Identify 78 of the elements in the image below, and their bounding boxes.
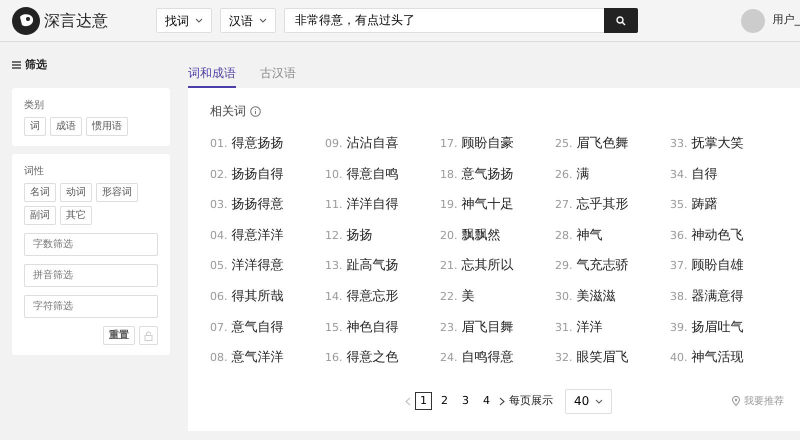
word-item[interactable]: 18. 意气扬扬 bbox=[440, 164, 555, 196]
filter-tag[interactable]: 副词 bbox=[24, 206, 56, 225]
word-item[interactable]: 08. 意气洋洋 bbox=[210, 348, 325, 379]
brand-name: 深言达意 bbox=[44, 10, 108, 32]
user-name[interactable]: 用户_ bbox=[772, 12, 800, 29]
word-item[interactable]: 12. 扬扬 bbox=[325, 226, 440, 256]
group-label: 词性 bbox=[24, 164, 45, 179]
word-item[interactable]: 30. 美滋滋 bbox=[555, 286, 670, 318]
info-icon[interactable] bbox=[250, 106, 261, 116]
reset-button[interactable]: 重置 bbox=[103, 326, 135, 345]
page-button[interactable]: 1 bbox=[415, 392, 432, 410]
per-page-select[interactable]: 40 bbox=[565, 388, 612, 414]
word-item[interactable]: 13. 趾高气扬 bbox=[325, 256, 440, 287]
filter-tag[interactable]: 形容词 bbox=[96, 183, 138, 202]
search-icon bbox=[616, 16, 626, 26]
menu-icon bbox=[12, 61, 21, 69]
language-select[interactable]: 汉语 bbox=[220, 8, 276, 33]
word-item[interactable]: 11. 洋洋自得 bbox=[325, 195, 440, 226]
logo-icon bbox=[12, 6, 40, 34]
word-item[interactable]: 24. 自鸣得意 bbox=[440, 348, 555, 379]
word-item[interactable]: 09. 沾沾自喜 bbox=[325, 134, 440, 165]
word-item[interactable]: 25. 眉飞色舞 bbox=[555, 134, 670, 165]
word-item[interactable]: 36. 神动色飞 bbox=[670, 226, 785, 256]
filter-tag[interactable]: 惯用语 bbox=[86, 117, 128, 136]
word-item[interactable]: 37. 顾盼自雄 bbox=[670, 256, 785, 287]
group-label: 类别 bbox=[24, 98, 45, 113]
filter-tag[interactable]: 成语 bbox=[50, 117, 82, 136]
page-button[interactable]: 2 bbox=[436, 392, 453, 410]
word-item[interactable]: 40. 神气活现 bbox=[670, 348, 785, 379]
word-item[interactable]: 28. 神气 bbox=[555, 226, 670, 256]
word-item[interactable]: 04. 得意洋洋 bbox=[210, 226, 325, 256]
caret-icon bbox=[259, 18, 267, 23]
caret-icon bbox=[595, 398, 604, 404]
word-item[interactable]: 05. 洋洋得意 bbox=[210, 256, 325, 287]
per-page-label: 每页展示 bbox=[509, 393, 553, 409]
word-item[interactable]: 06. 得其所哉 bbox=[210, 286, 325, 318]
word-item[interactable]: 27. 忘乎其形 bbox=[555, 195, 670, 226]
filter-tag[interactable]: 其它 bbox=[60, 206, 92, 225]
word-item[interactable]: 26. 满 bbox=[555, 164, 670, 196]
filter-tag[interactable]: 动词 bbox=[60, 183, 92, 202]
filter-tag[interactable]: 名词 bbox=[24, 183, 56, 202]
word-item[interactable]: 23. 眉飞目舞 bbox=[440, 318, 555, 348]
word-item[interactable]: 03. 扬扬得意 bbox=[210, 195, 325, 226]
filter-tag[interactable]: 词 bbox=[24, 117, 46, 136]
word-item[interactable]: 02. 扬扬自得 bbox=[210, 164, 325, 196]
word-item[interactable]: 33. 抚掌大笑 bbox=[670, 134, 785, 165]
word-item[interactable]: 39. 扬眉吐气 bbox=[670, 318, 785, 348]
word-item[interactable]: 17. 顾盼自豪 bbox=[440, 134, 555, 165]
search-field[interactable]: 非常得意，有点过头了 bbox=[284, 8, 604, 33]
word-item[interactable]: 31. 洋洋 bbox=[555, 318, 670, 348]
word-item[interactable]: 32. 眼笑眉飞 bbox=[555, 348, 670, 379]
word-item[interactable]: 38. 器满意得 bbox=[670, 286, 785, 318]
section-title: 相关词 bbox=[210, 103, 246, 120]
word-item[interactable]: 07. 意气自得 bbox=[210, 318, 325, 348]
page-button[interactable]: 4 bbox=[478, 392, 495, 410]
word-item[interactable]: 21. 忘其所以 bbox=[440, 256, 555, 287]
search-button[interactable] bbox=[604, 8, 638, 33]
word-item[interactable]: 14. 得意忘形 bbox=[325, 286, 440, 318]
filter-title: 筛选 bbox=[25, 56, 47, 73]
word-item[interactable]: 15. 神色自得 bbox=[325, 318, 440, 348]
word-item[interactable]: 22. 美 bbox=[440, 286, 555, 318]
filter-field[interactable]: 字数筛选 bbox=[24, 233, 158, 256]
caret-icon bbox=[195, 18, 203, 23]
location-pin-icon bbox=[732, 396, 740, 406]
word-item[interactable]: 10. 得意自鸣 bbox=[325, 164, 440, 196]
filter-field[interactable]: 拼音筛选 bbox=[24, 264, 158, 287]
next-icon[interactable] bbox=[499, 396, 505, 406]
word-item[interactable]: 34. 自得 bbox=[670, 164, 785, 196]
lock-icon bbox=[144, 330, 153, 340]
word-item[interactable]: 20. 飘飘然 bbox=[440, 226, 555, 256]
page-button[interactable]: 3 bbox=[457, 392, 474, 410]
mode-select[interactable]: 找词 bbox=[156, 8, 212, 33]
filter-field[interactable]: 字符筛选 bbox=[24, 295, 158, 318]
word-item[interactable]: 16. 得意之色 bbox=[325, 348, 440, 379]
word-item[interactable]: 35. 踌躇 bbox=[670, 195, 785, 226]
word-item[interactable]: 29. 气充志骄 bbox=[555, 256, 670, 287]
word-item[interactable]: 01. 得意扬扬 bbox=[210, 134, 325, 165]
word-item[interactable]: 19. 神气十足 bbox=[440, 195, 555, 226]
